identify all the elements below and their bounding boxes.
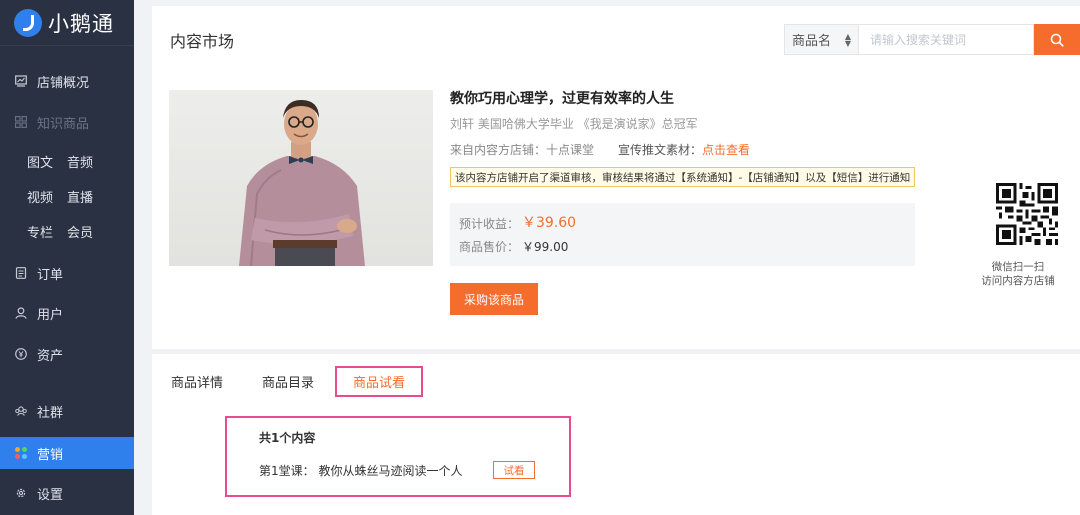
nav-label: 店铺概况 [37,75,90,91]
sidebar: 小鹅通 店铺概况 知识商品 图文 音频 视频 直播 专栏 会员 订单 用户 资产… [0,0,134,515]
submenu-item-audio[interactable]: 音频 [67,152,93,171]
tab-product-details[interactable]: 商品详情 [171,366,223,397]
submenu-row: 视频 直播 [27,187,93,206]
chart-icon [15,75,27,87]
submenu-item-member[interactable]: 会员 [67,222,93,241]
nav-item-assets[interactable]: 资产 [0,338,134,370]
app-logo[interactable]: 小鹅通 [0,0,134,46]
search-icon [1050,33,1064,47]
search-button[interactable] [1034,24,1080,55]
qr-caption: 微信扫一扫 访问内容方店铺 [972,260,1064,288]
trial-content-box: 共1个内容 第1堂课： 教你从蛛丝马迹阅读一个人 试看 [225,416,571,497]
submenu-row: 专栏 会员 [27,222,93,241]
submenu-item-article[interactable]: 图文 [27,152,53,171]
content-count: 共1个内容 [259,431,316,445]
search-input[interactable] [859,25,1033,54]
nav-label: 社群 [37,405,64,421]
nav-item-marketing[interactable]: 营销 [0,437,134,469]
earnings-value: ￥39.60 [522,215,577,231]
document-icon [15,267,27,279]
nav-label: 知识商品 [37,116,90,132]
community-icon [15,405,27,417]
submenu-item-column[interactable]: 专栏 [27,222,53,241]
submenu-item-video[interactable]: 视频 [27,187,53,206]
search-type-select[interactable]: 商品名 ▲ ▼ [785,25,859,54]
lesson-title: 第1堂课： 教你从蛛丝马迹阅读一个人 [259,464,463,478]
qr-caption-line1: 微信扫一扫 [991,261,1045,273]
grid-icon [15,116,27,128]
trial-watch-button[interactable]: 试看 [493,461,535,479]
promo-label: 宣传推文素材： [618,143,703,157]
price-value: ￥99.00 [522,240,569,254]
promo-material: 宣传推文素材：点击查看 [618,141,750,158]
nav-label: 设置 [37,487,64,503]
nav-item-settings[interactable]: 设置 [0,477,134,509]
purchase-button[interactable]: 采购该商品 [450,283,538,315]
nav-item-knowledge-products[interactable]: 知识商品 [0,106,134,138]
product-image [169,90,433,266]
nav-label: 订单 [37,267,64,283]
submenu-item-live[interactable]: 直播 [67,187,93,206]
qr-caption-line2: 访问内容方店铺 [981,275,1055,287]
product-panel: 内容市场 商品名 ▲ ▼ 请输入搜索关键词 教你巧用心理学，过更有效率的人生 刘… [152,6,1080,349]
page-title: 内容市场 [170,32,235,51]
channel-review-notice: 该内容方店铺开启了渠道审核，审核结果将通过【系统通知】-【店铺通知】以及【短信】… [450,167,916,187]
app-name: 小鹅通 [48,11,114,36]
nav-label: 用户 [37,307,64,323]
nav-label: 资产 [37,348,64,364]
price-label: 商品售价： [459,240,520,254]
tab-product-catalog[interactable]: 商品目录 [262,366,314,397]
sort-arrows-icon: ▲ ▼ [844,31,851,48]
price-box: 预计收益： ￥39.60 商品售价： ￥99.00 [450,203,915,266]
yen-icon [15,348,27,360]
product-author: 刘轩 美国哈佛大学毕业 《我是演说家》总冠军 [450,117,698,131]
tabs-panel: 商品详情 商品目录 商品试看 共1个内容 第1堂课： 教你从蛛丝马迹阅读一个人 … [152,354,1080,515]
nav-item-orders[interactable]: 订单 [0,257,134,289]
promo-link[interactable]: 点击查看 [702,143,750,157]
search-type-value: 商品名 [792,34,832,49]
product-title: 教你巧用心理学，过更有效率的人生 [450,91,674,107]
dots-icon [15,447,27,459]
logo-icon [14,8,42,37]
qr-code-icon [996,183,1058,245]
nav-item-store-overview[interactable]: 店铺概况 [0,65,134,97]
user-icon [15,307,27,319]
nav-label: 营销 [37,447,64,463]
nav-item-community[interactable]: 社群 [0,395,134,427]
search-bar: 商品名 ▲ ▼ [784,24,1034,55]
product-source: 来自内容方店铺：十点课堂 [450,143,595,157]
submenu-row: 图文 音频 [27,152,93,171]
tab-product-trial[interactable]: 商品试看 [335,366,424,397]
gear-icon [15,487,27,499]
nav-item-users[interactable]: 用户 [0,297,134,329]
earnings-label: 预计收益： [459,217,520,231]
